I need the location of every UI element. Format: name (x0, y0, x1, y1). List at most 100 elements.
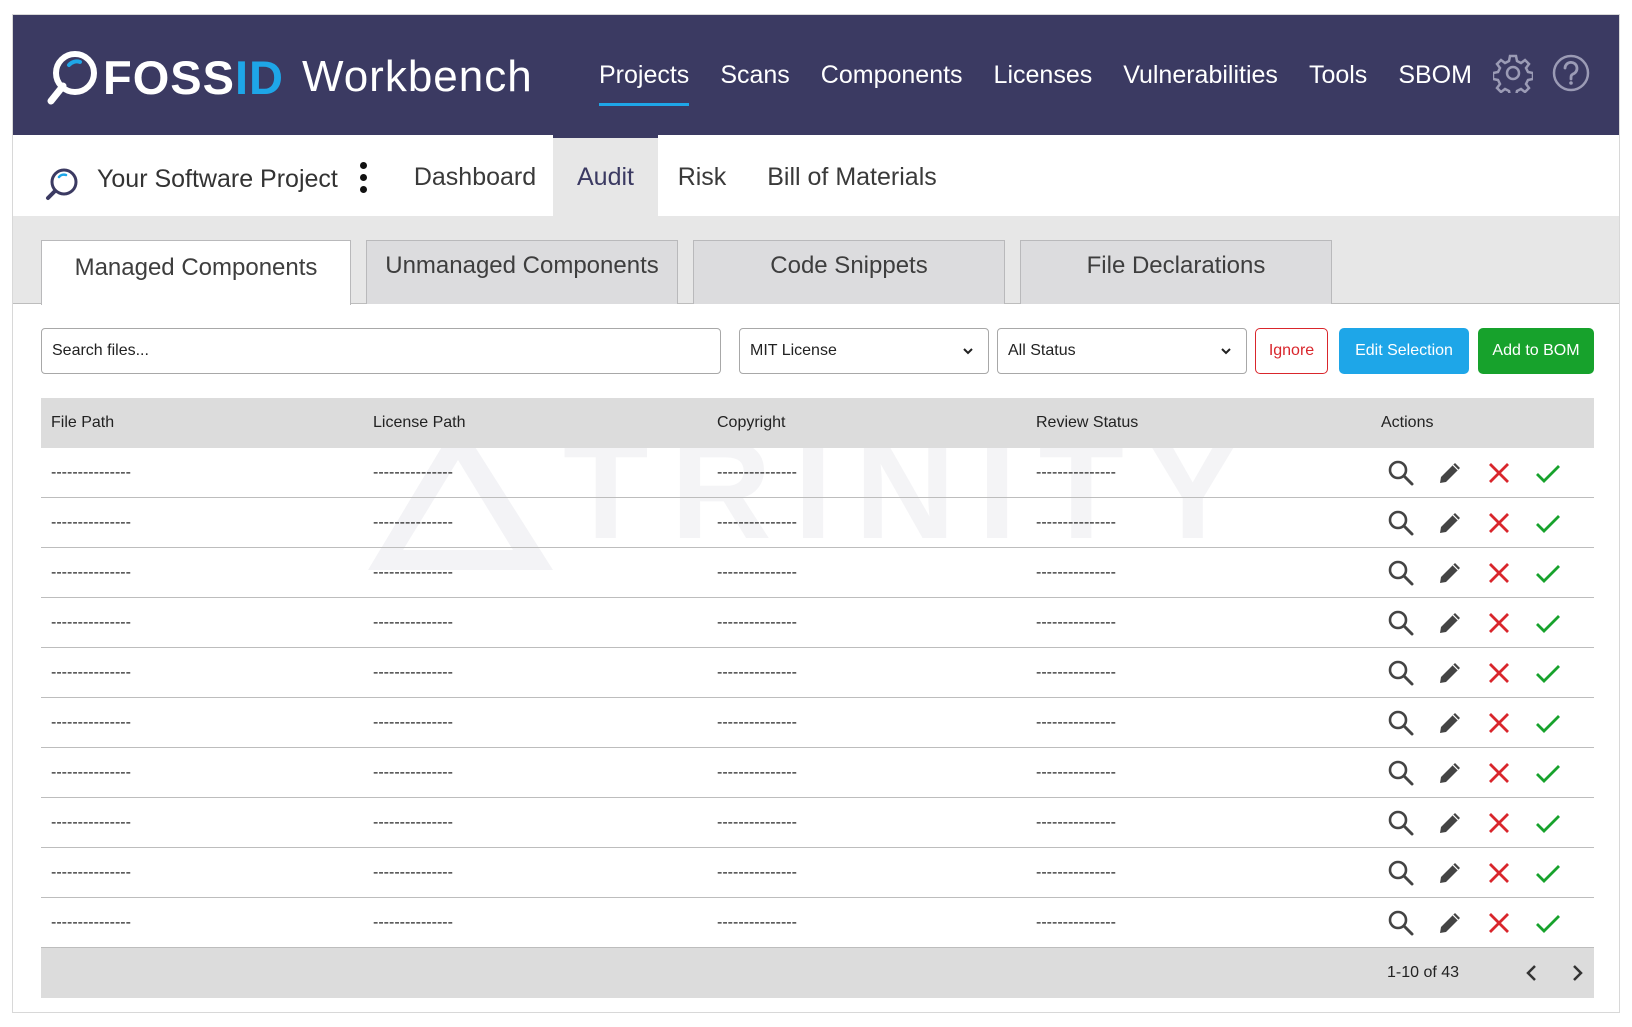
edit-selection-button[interactable]: Edit Selection (1339, 328, 1469, 374)
project-bar: Your Software Project Dashboard Audit Ri… (13, 135, 1619, 216)
check-icon[interactable] (1534, 909, 1562, 937)
table-row[interactable]: --------------- --------------- ----------… (41, 898, 1594, 948)
row-actions (1387, 509, 1583, 537)
close-icon[interactable] (1485, 559, 1513, 587)
tab-dashboard[interactable]: Dashboard (406, 135, 544, 216)
brand-name-foss: FOSS (103, 50, 235, 104)
check-icon[interactable] (1534, 559, 1562, 587)
cell-license-path: --------------- (373, 764, 453, 781)
check-icon[interactable] (1534, 509, 1562, 537)
pencil-icon[interactable] (1436, 709, 1464, 737)
add-to-bom-button[interactable]: Add to BOM (1478, 328, 1594, 374)
pencil-icon[interactable] (1436, 459, 1464, 487)
tab-bill-of-materials[interactable]: Bill of Materials (758, 135, 946, 216)
brand-logo[interactable]: FOSS ID Workbench (47, 49, 533, 105)
table-row[interactable]: --------------- --------------- ----------… (41, 698, 1594, 748)
table-row[interactable]: --------------- --------------- ----------… (41, 848, 1594, 898)
row-actions (1387, 609, 1583, 637)
pencil-icon[interactable] (1436, 859, 1464, 887)
table-row[interactable]: --------------- --------------- ----------… (41, 448, 1594, 498)
table-row[interactable]: --------------- --------------- ----------… (41, 598, 1594, 648)
check-icon[interactable] (1534, 809, 1562, 837)
nav-sbom[interactable]: SBOM (1398, 15, 1472, 135)
pencil-icon[interactable] (1436, 659, 1464, 687)
nav-vulnerabilities[interactable]: Vulnerabilities (1123, 15, 1278, 135)
project-menu-icon[interactable] (357, 162, 369, 200)
nav-scans[interactable]: Scans (720, 15, 789, 135)
check-icon[interactable] (1534, 609, 1562, 637)
license-filter-select[interactable]: MIT License (739, 328, 989, 374)
table-row[interactable]: --------------- --------------- ----------… (41, 748, 1594, 798)
search-icon[interactable] (1387, 709, 1415, 737)
chevron-right-icon[interactable] (1566, 962, 1588, 984)
table-row[interactable]: --------------- --------------- ----------… (41, 798, 1594, 848)
cell-review-status: --------------- (1036, 864, 1116, 881)
close-icon[interactable] (1485, 659, 1513, 687)
tab-audit[interactable]: Audit (553, 135, 658, 216)
search-icon[interactable] (1387, 909, 1415, 937)
table-header: File Path License Path Copyright Review … (41, 398, 1594, 448)
help-icon[interactable] (1551, 53, 1591, 93)
pencil-icon[interactable] (1436, 509, 1464, 537)
nav-tools[interactable]: Tools (1309, 15, 1367, 135)
files-table: File Path License Path Copyright Review … (41, 398, 1594, 998)
subtab-file-declarations[interactable]: File Declarations (1020, 240, 1332, 304)
close-icon[interactable] (1485, 609, 1513, 637)
search-icon[interactable] (1387, 609, 1415, 637)
check-icon[interactable] (1534, 759, 1562, 787)
subtab-unmanaged-components[interactable]: Unmanaged Components (366, 240, 678, 304)
search-icon[interactable] (1387, 859, 1415, 887)
close-icon[interactable] (1485, 759, 1513, 787)
search-icon[interactable] (1387, 459, 1415, 487)
row-actions (1387, 909, 1583, 937)
status-filter-select[interactable]: All Status (997, 328, 1247, 374)
pencil-icon[interactable] (1436, 909, 1464, 937)
nav-licenses[interactable]: Licenses (994, 15, 1093, 135)
subtab-managed-components[interactable]: Managed Components (41, 240, 351, 305)
column-license-path[interactable]: License Path (373, 398, 466, 448)
close-icon[interactable] (1485, 709, 1513, 737)
chevron-left-icon[interactable] (1521, 962, 1543, 984)
column-copyright[interactable]: Copyright (717, 398, 785, 448)
table-row[interactable]: --------------- --------------- ----------… (41, 498, 1594, 548)
table-row[interactable]: --------------- --------------- ----------… (41, 648, 1594, 698)
close-icon[interactable] (1485, 859, 1513, 887)
check-icon[interactable] (1534, 459, 1562, 487)
pencil-icon[interactable] (1436, 759, 1464, 787)
row-actions (1387, 759, 1583, 787)
close-icon[interactable] (1485, 809, 1513, 837)
cell-copyright: --------------- (717, 864, 797, 881)
nav-projects[interactable]: Projects (599, 15, 690, 135)
table-row[interactable]: --------------- --------------- ----------… (41, 548, 1594, 598)
ignore-button[interactable]: Ignore (1255, 328, 1328, 374)
brand-name-id: ID (234, 50, 284, 104)
pencil-icon[interactable] (1436, 809, 1464, 837)
close-icon[interactable] (1485, 509, 1513, 537)
close-icon[interactable] (1485, 909, 1513, 937)
gear-icon[interactable] (1493, 53, 1533, 93)
column-file-path[interactable]: File Path (51, 398, 114, 448)
search-icon[interactable] (1387, 759, 1415, 787)
chevron-down-icon (1221, 348, 1231, 355)
search-icon[interactable] (1387, 559, 1415, 587)
close-icon[interactable] (1485, 459, 1513, 487)
search-input[interactable] (41, 328, 721, 374)
tab-risk[interactable]: Risk (669, 135, 735, 216)
cell-license-path: --------------- (373, 464, 453, 481)
check-icon[interactable] (1534, 709, 1562, 737)
search-icon[interactable] (1387, 809, 1415, 837)
pagination-info: 1-10 of 43 (1387, 964, 1460, 981)
check-icon[interactable] (1534, 659, 1562, 687)
pencil-icon[interactable] (1436, 559, 1464, 587)
row-actions (1387, 559, 1583, 587)
cell-license-path: --------------- (373, 714, 453, 731)
search-icon[interactable] (1387, 659, 1415, 687)
nav-components[interactable]: Components (821, 15, 963, 135)
column-review-status[interactable]: Review Status (1036, 398, 1138, 448)
cell-license-path: --------------- (373, 564, 453, 581)
search-icon[interactable] (1387, 509, 1415, 537)
pencil-icon[interactable] (1436, 609, 1464, 637)
subtab-code-snippets[interactable]: Code Snippets (693, 240, 1005, 304)
check-icon[interactable] (1534, 859, 1562, 887)
cell-copyright: --------------- (717, 614, 797, 631)
